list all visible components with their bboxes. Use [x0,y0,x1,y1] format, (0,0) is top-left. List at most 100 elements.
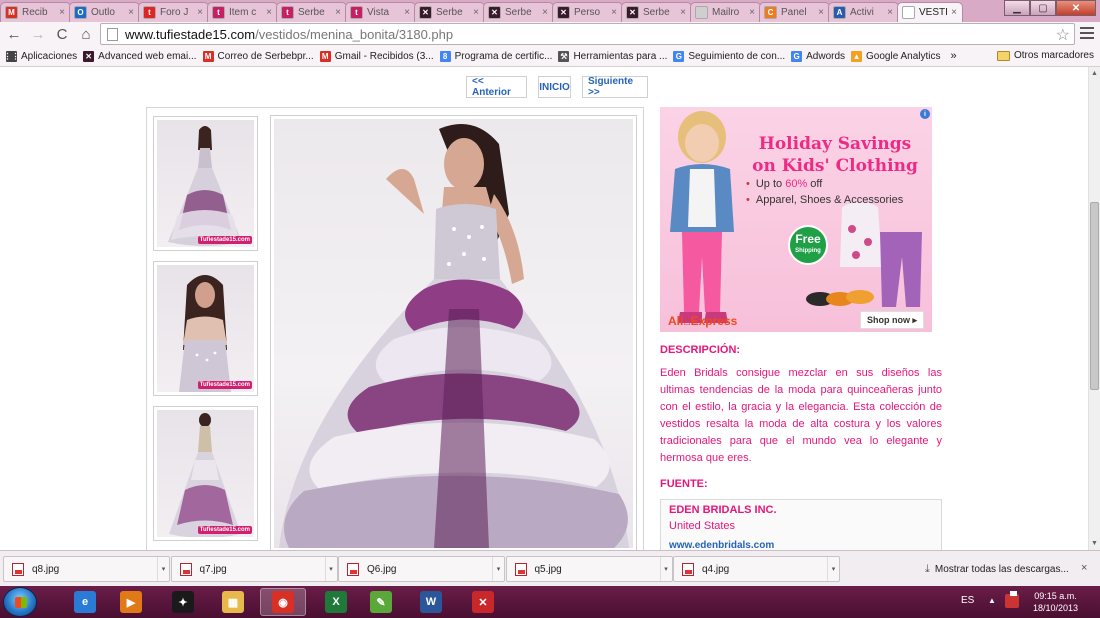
bookmark-item[interactable]: M Gmail - Recibidos (3... [319,50,434,62]
apps-grid-icon: ⋮⋮ [3,50,20,62]
start-button[interactable] [3,587,37,617]
maximize-button[interactable]: ▢ [1030,0,1056,16]
bookmarks-more-button[interactable]: » [951,50,957,62]
bookmark-item[interactable]: ⚒ Herramientas para ... [558,50,667,62]
bookmark-star-icon[interactable]: ☆ [1056,25,1070,45]
scroll-up-arrow[interactable]: ▲ [1089,67,1100,79]
download-item[interactable]: q5.jpg ▾ [505,556,673,582]
taskbar-app[interactable]: ✕ [460,588,506,616]
forward-button[interactable]: → [28,24,48,44]
chrome-menu-icon[interactable] [1080,25,1094,41]
ad-info-icon[interactable]: i [920,109,930,119]
download-options-icon[interactable]: ▾ [827,557,839,581]
tab-title: Vista [367,7,390,18]
bookmark-item[interactable]: ▲ Google Analytics [851,50,941,62]
close-downloads-button[interactable]: × [1081,562,1087,574]
tab-close-icon[interactable]: × [125,7,137,18]
browser-tab[interactable]: ✕ Serbe × [621,2,692,22]
browser-tab[interactable]: t Serbe × [276,2,347,22]
taskbar-app[interactable]: e [62,588,108,616]
home-link[interactable]: INICIO [538,76,571,98]
download-options-icon[interactable]: ▾ [157,557,169,581]
other-bookmarks-folder[interactable]: Otros marcadores [996,50,1094,61]
tab-close-icon[interactable]: × [677,7,689,18]
language-indicator[interactable]: ES [961,595,974,606]
system-clock[interactable]: 09:15 a.m. 18/10/2013 [1033,590,1078,614]
taskbar-app[interactable]: ✦ [160,588,206,616]
source-name: EDEN BRIDALS INC. [669,504,777,516]
download-options-icon[interactable]: ▾ [659,557,672,581]
tab-close-icon[interactable]: × [746,7,758,18]
download-item[interactable]: q4.jpg ▾ [673,556,840,582]
taskbar-app[interactable]: ▦ [210,588,256,616]
tray-expand-icon[interactable]: ▲ [988,596,996,605]
bookmark-item[interactable]: G Adwords [791,50,845,62]
dress-thumbnail[interactable]: Tufiestade15.com [153,116,258,251]
minimize-button[interactable]: ▁ [1004,0,1030,16]
shop-now-button[interactable]: Shop now ▸ [859,311,924,329]
tab-close-icon[interactable]: × [401,7,413,18]
tab-close-icon[interactable]: × [884,7,896,18]
taskbar-app[interactable]: X [313,588,359,616]
source-link[interactable]: www.edenbridals.com [669,540,774,550]
vertical-scrollbar[interactable]: ▲ ▼ [1088,67,1100,550]
browser-tab[interactable]: Mailro × [690,2,761,22]
tab-close-icon[interactable]: × [539,7,551,18]
browser-tab[interactable]: VESTI × [897,2,963,22]
tab-close-icon[interactable]: × [948,7,960,18]
tab-close-icon[interactable]: × [194,7,206,18]
download-item[interactable]: Q6.jpg ▾ [338,556,505,582]
close-window-button[interactable]: ✕ [1056,0,1096,16]
browser-tab[interactable]: ✕ Perso × [552,2,623,22]
download-options-icon[interactable]: ▾ [324,557,337,581]
bookmark-item[interactable]: ✕ Advanced web emai... [83,50,197,62]
dress-thumbnail[interactable]: Tufiestade15.com [153,406,258,541]
previous-link[interactable]: << Anterior [466,76,527,98]
page-content: << Anterior INICIO Siguiente >> Tufiesta… [0,67,1088,550]
tab-close-icon[interactable]: × [470,7,482,18]
browser-tab[interactable]: O Outlo × [69,2,140,22]
bookmark-item[interactable]: M Correo de Serbebpr... [202,50,314,62]
browser-tab[interactable]: M Recib × [0,2,71,22]
taskbar-app[interactable]: ▶ [108,588,154,616]
browser-tab[interactable]: A Activi × [828,2,899,22]
browser-tab[interactable]: C Panel × [759,2,830,22]
show-all-downloads-link[interactable]: ⤓ Mostrar todas las descargas... [925,563,1069,576]
image-file-icon [514,562,527,576]
download-item[interactable]: q7.jpg ▾ [170,556,338,582]
home-button[interactable]: ⌂ [76,24,96,44]
tab-close-icon[interactable]: × [263,7,275,18]
tab-close-icon[interactable]: × [332,7,344,18]
taskbar-app[interactable]: ✎ [358,588,404,616]
bookmark-item[interactable]: G Seguimiento de con... [673,50,786,62]
gmail-icon: M [5,6,18,19]
scroll-down-arrow[interactable]: ▼ [1089,537,1100,549]
tray-notification-icon[interactable] [1005,594,1019,608]
taskbar-app[interactable]: W [408,588,454,616]
download-item[interactable]: q8.jpg ▾ [3,556,170,582]
bookmark-item[interactable]: 8 Programa de certific... [439,50,552,62]
next-link[interactable]: Siguiente >> [582,76,648,98]
tab-close-icon[interactable]: × [56,7,68,18]
tab-close-icon[interactable]: × [815,7,827,18]
browser-tab[interactable]: t Ítem c × [207,2,278,22]
back-button[interactable]: ← [4,24,24,44]
kids-clothing-ad[interactable]: i Holiday Savings on Kids' Clothing Up t… [660,107,932,332]
bookmark-item[interactable]: ⋮⋮ Aplicaciones [3,50,77,62]
action-center-flag-icon[interactable] [1010,591,1017,596]
main-dress-photo[interactable] [270,115,637,550]
download-filename: Q6.jpg [367,563,397,575]
reload-button[interactable]: C [52,24,72,44]
taskbar-app[interactable]: ◉ [260,588,306,616]
download-options-icon[interactable]: ▾ [492,557,504,581]
browser-tab[interactable]: ✕ Serbe × [414,2,485,22]
scroll-thumb[interactable] [1090,202,1099,390]
bookmark-list: ⋮⋮ Aplicaciones ✕ Advanced web emai... M Corr… [0,50,941,62]
browser-tab[interactable]: ✕ Serbe × [483,2,554,22]
address-bar[interactable]: www.tufiestade15.com/vestidos/menina_bon… [100,23,1075,45]
browser-tab[interactable]: t Vista × [345,2,416,22]
browser-tab[interactable]: t Foro J × [138,2,209,22]
bookmark-label: Seguimiento de con... [688,50,786,62]
dress-thumbnail[interactable]: Tufiestade15.com [153,261,258,396]
tab-close-icon[interactable]: × [608,7,620,18]
